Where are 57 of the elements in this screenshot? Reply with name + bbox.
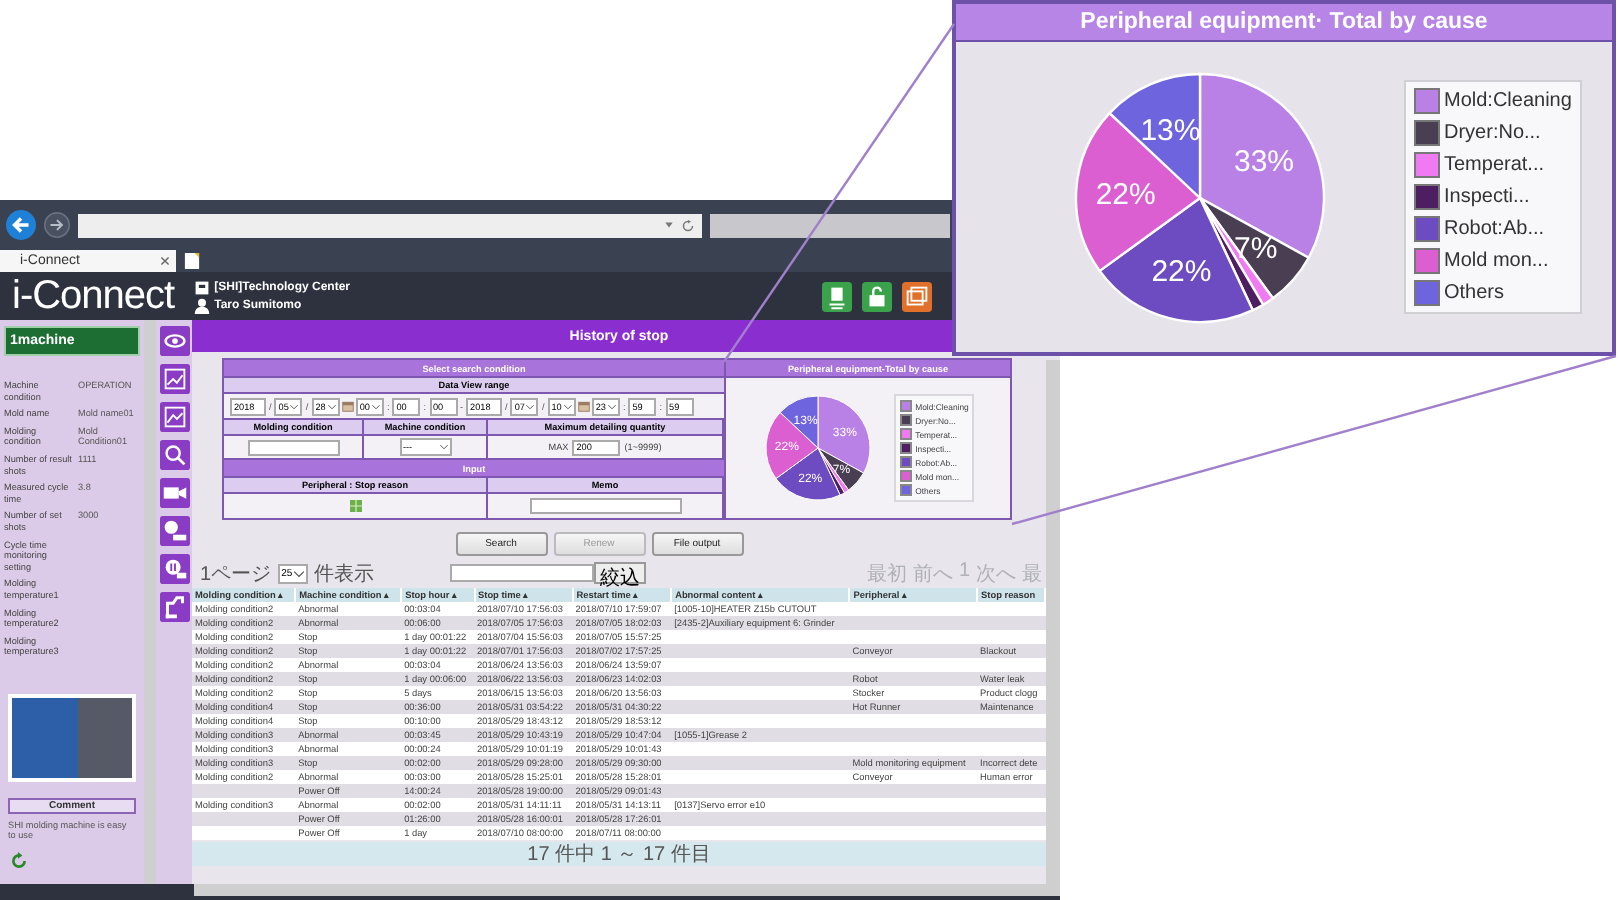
panel-title: Peripheral equipment· Total by cause	[956, 4, 1612, 42]
stack-icon[interactable]	[902, 281, 932, 311]
new-tab-icon[interactable]	[184, 252, 200, 270]
calendar-icon[interactable]	[577, 400, 590, 412]
alert-icon[interactable]	[159, 516, 189, 546]
eye-icon[interactable]	[159, 326, 189, 356]
caret-icon	[563, 403, 572, 409]
photo-placeholder	[8, 693, 136, 782]
page-label: 1ページ	[200, 561, 272, 587]
legend-label: Mold:Cleaning	[1444, 90, 1572, 112]
slice-label: 22%	[1151, 253, 1212, 288]
user-icon	[194, 297, 211, 313]
filter-field[interactable]	[450, 564, 595, 582]
scrollbar[interactable]	[144, 320, 156, 884]
caret-icon	[439, 444, 447, 450]
legend-label: Inspecti...	[1444, 186, 1530, 208]
caret-icon	[290, 403, 299, 409]
legend-label: Mold mon...	[1444, 250, 1549, 272]
caret-icon	[371, 403, 380, 409]
caret-icon	[327, 403, 336, 409]
caret-icon[interactable]	[664, 220, 674, 230]
building-icon	[194, 279, 211, 295]
line-chart-icon[interactable]	[159, 364, 189, 394]
address-field[interactable]	[78, 213, 702, 237]
filter-button[interactable]: 絞込	[594, 562, 647, 584]
refresh-icon[interactable]	[682, 219, 694, 231]
scrollbar[interactable]	[1046, 360, 1060, 884]
slice-label: 22%	[1095, 176, 1156, 211]
legend-label: Temperat...	[1444, 154, 1545, 176]
caret-icon	[526, 403, 535, 409]
table-footer: 17 件中 1 ～ 17 件目	[192, 842, 1046, 866]
search-field[interactable]	[710, 213, 950, 237]
legend-label: Dryer:No...	[1444, 122, 1541, 144]
page-label: 件表示	[314, 561, 375, 587]
memo-field[interactable]	[529, 498, 681, 514]
slice-label: 7%	[1234, 230, 1278, 265]
legend-label: Others	[1444, 282, 1505, 304]
back-icon[interactable]	[6, 210, 36, 240]
pause-icon[interactable]	[159, 554, 189, 584]
forward-icon[interactable]	[44, 212, 70, 238]
line-chart-icon[interactable]	[159, 402, 189, 432]
legend-label: Robot:Ab...	[1444, 218, 1545, 240]
caret-icon	[607, 403, 616, 409]
magnifier-icon[interactable]	[159, 440, 189, 470]
scrollbar[interactable]	[194, 884, 1060, 896]
slice-label: 13%	[1140, 113, 1201, 148]
logo: i-Connect	[12, 273, 175, 319]
lock-icon[interactable]	[862, 281, 892, 311]
calendar-icon[interactable]	[341, 400, 354, 412]
camera-icon[interactable]	[159, 478, 189, 508]
robot-arm-icon[interactable]	[159, 592, 189, 622]
close-icon[interactable]	[160, 256, 170, 266]
refresh-icon[interactable]	[10, 852, 28, 871]
document-icon[interactable]	[822, 281, 852, 311]
text-field[interactable]	[247, 439, 339, 455]
slice-label: 33%	[1234, 143, 1295, 178]
caret-icon	[294, 569, 305, 577]
